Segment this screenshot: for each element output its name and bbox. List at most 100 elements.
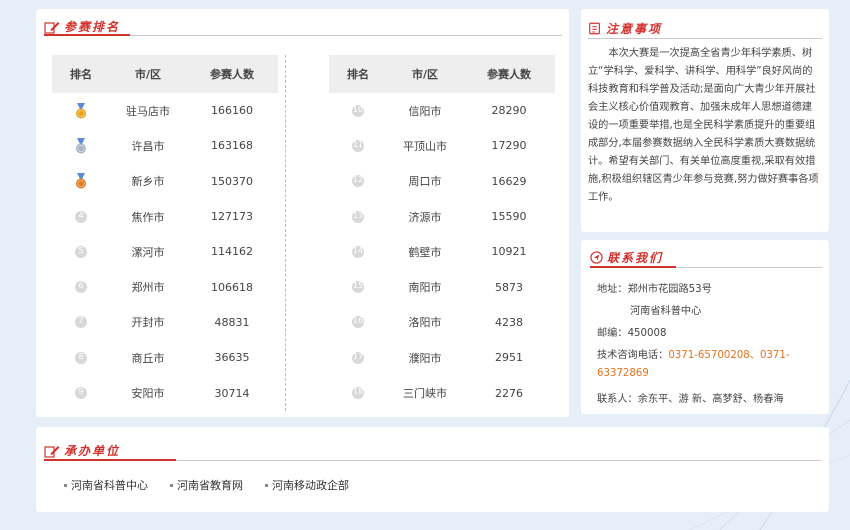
city-cell: 漯河市 bbox=[131, 245, 165, 259]
city-cell: 济源市 bbox=[408, 210, 442, 224]
contact-title: 联系我们 bbox=[590, 249, 663, 266]
phone-number-cont[interactable]: 63372869 bbox=[597, 368, 649, 379]
notice-text: 本次大赛是一次提高全省青少年科学素质、树立“学科学、爱科学、讲科学、用科学”良好… bbox=[588, 48, 819, 203]
contact-address-line2: 河南省科普中心 bbox=[630, 306, 702, 317]
contact-address: 地址：郑州市花园路53号 bbox=[597, 284, 712, 295]
table-row: 18 三门峡市 2276 bbox=[329, 375, 555, 410]
rank-cell: 15 bbox=[329, 281, 387, 294]
document-icon bbox=[589, 22, 600, 35]
city-cell: 鹤壁市 bbox=[408, 245, 442, 259]
city-cell: 南阳市 bbox=[408, 281, 442, 295]
rank-cell: 6 bbox=[52, 281, 110, 294]
count-cell: 15590 bbox=[491, 210, 527, 224]
count-cell: 106618 bbox=[211, 280, 253, 294]
city-cell: 信阳市 bbox=[408, 104, 442, 118]
city-cell: 濮阳市 bbox=[408, 351, 442, 365]
count-cell: 48831 bbox=[214, 315, 250, 329]
contact-phone: 技术咨询电话：0371-65700208、0371- bbox=[597, 350, 790, 361]
edit-icon bbox=[44, 445, 60, 458]
rank-cell: 18 bbox=[329, 387, 387, 400]
table-row: 11 平顶山市 17290 bbox=[329, 128, 555, 163]
rank-number-badge: 18 bbox=[352, 387, 364, 400]
rank-cell: 5 bbox=[52, 245, 110, 258]
city-cell: 开封市 bbox=[131, 316, 165, 330]
table-row: 17 濮阳市 2951 bbox=[329, 340, 555, 375]
table-row: 5 漯河市 114162 bbox=[52, 234, 278, 269]
table-header: 排名 市/区 参赛人数 bbox=[52, 55, 278, 93]
count-cell: 16629 bbox=[491, 174, 527, 188]
rank-number-badge: 10 bbox=[352, 104, 364, 117]
table-row: 10 信阳市 28290 bbox=[329, 93, 555, 128]
count-cell: 36635 bbox=[214, 351, 250, 365]
ranking-table-right: 排名 市/区 参赛人数 10 信阳市 28290 11 平顶山市 17290 12 周口市 16… bbox=[329, 55, 555, 411]
table-row: 12 周口市 16629 bbox=[329, 164, 555, 199]
header-count: 参赛人数 bbox=[487, 68, 531, 81]
count-cell: 150370 bbox=[211, 174, 253, 188]
notice-title-text: 注意事项 bbox=[606, 22, 663, 36]
rank-cell: 10 bbox=[329, 104, 387, 117]
header-city: 市/区 bbox=[134, 68, 162, 81]
rank-cell: 17 bbox=[329, 351, 387, 364]
contact-title-text: 联系我们 bbox=[607, 251, 664, 265]
rank-number-badge: 16 bbox=[352, 316, 364, 329]
rank-number-badge: 11 bbox=[352, 139, 364, 152]
rank-cell: 4 bbox=[52, 210, 110, 223]
city-cell: 许昌市 bbox=[131, 139, 165, 153]
count-cell: 166160 bbox=[211, 104, 253, 118]
city-cell: 新乡市 bbox=[131, 175, 165, 189]
rank-number-badge: 15 bbox=[352, 281, 364, 294]
rank-number-badge: 4 bbox=[75, 210, 87, 223]
table-row: 6 郑州市 106618 bbox=[52, 269, 278, 304]
table-header: 排名 市/区 参赛人数 bbox=[329, 55, 555, 93]
count-cell: 28290 bbox=[491, 104, 527, 118]
table-row: 许昌市 163168 bbox=[52, 128, 278, 163]
city-cell: 洛阳市 bbox=[408, 316, 442, 330]
rank-cell bbox=[52, 137, 110, 154]
ranking-title: 参赛排名 bbox=[44, 18, 120, 35]
organizer-item[interactable]: 河南省科普中心 bbox=[64, 477, 148, 493]
count-cell: 163168 bbox=[211, 139, 253, 153]
ranking-table-left: 排名 市/区 参赛人数 驻马店市 166160 许昌市 163168 新乡市 1503… bbox=[52, 55, 278, 411]
organizer-item[interactable]: 河南移动政企部 bbox=[265, 477, 349, 493]
table-row: 16 洛阳市 4238 bbox=[329, 305, 555, 340]
rank-cell bbox=[52, 173, 110, 189]
table-row: 9 安阳市 30714 bbox=[52, 375, 278, 410]
table-row: 8 商丘市 36635 bbox=[52, 340, 278, 375]
count-cell: 17290 bbox=[491, 139, 527, 153]
rank-cell: 13 bbox=[329, 210, 387, 223]
count-cell: 10921 bbox=[491, 245, 527, 259]
header-city: 市/区 bbox=[411, 68, 439, 81]
count-cell: 2951 bbox=[495, 351, 523, 365]
contact-panel: 联系我们 地址：郑州市花园路53号 河南省科普中心 邮编：450008 技术咨询… bbox=[581, 240, 829, 414]
organizer-item[interactable]: 河南省教育网 bbox=[170, 477, 243, 493]
rank-cell: 8 bbox=[52, 351, 110, 364]
phone-number[interactable]: 0371-65700208、0371- bbox=[668, 350, 789, 361]
rank-cell: 11 bbox=[329, 139, 387, 152]
gold-medal-icon bbox=[76, 102, 86, 119]
contact-postcode: 邮编：450008 bbox=[597, 328, 667, 339]
rank-number-badge: 9 bbox=[75, 387, 87, 400]
rank-cell: 12 bbox=[329, 175, 387, 188]
bullet-icon bbox=[265, 483, 268, 487]
silver-medal-icon bbox=[76, 137, 86, 154]
count-cell: 30714 bbox=[214, 386, 250, 400]
bronze-medal-icon bbox=[76, 173, 86, 189]
city-cell: 焦作市 bbox=[131, 210, 165, 224]
rank-number-badge: 5 bbox=[75, 245, 87, 258]
organizers-panel: 承办单位 河南省科普中心 河南省教育网 河南移动政企部 bbox=[36, 427, 829, 512]
header-rank: 排名 bbox=[347, 68, 369, 81]
table-row: 15 南阳市 5873 bbox=[329, 269, 555, 304]
city-cell: 郑州市 bbox=[131, 281, 165, 295]
header-rank: 排名 bbox=[70, 68, 92, 81]
contact-persons: 联系人：余东平、游 新、高梦舒、杨春海 bbox=[597, 394, 784, 405]
rank-cell: 7 bbox=[52, 316, 110, 329]
bullet-icon bbox=[64, 483, 67, 487]
bullet-icon bbox=[170, 483, 173, 487]
rank-number-badge: 13 bbox=[352, 210, 364, 223]
table-row: 7 开封市 48831 bbox=[52, 305, 278, 340]
table-divider bbox=[285, 55, 286, 411]
rank-number-badge: 12 bbox=[352, 175, 364, 188]
edit-icon bbox=[44, 21, 60, 34]
table-row: 驻马店市 166160 bbox=[52, 93, 278, 128]
count-cell: 127173 bbox=[211, 210, 253, 224]
